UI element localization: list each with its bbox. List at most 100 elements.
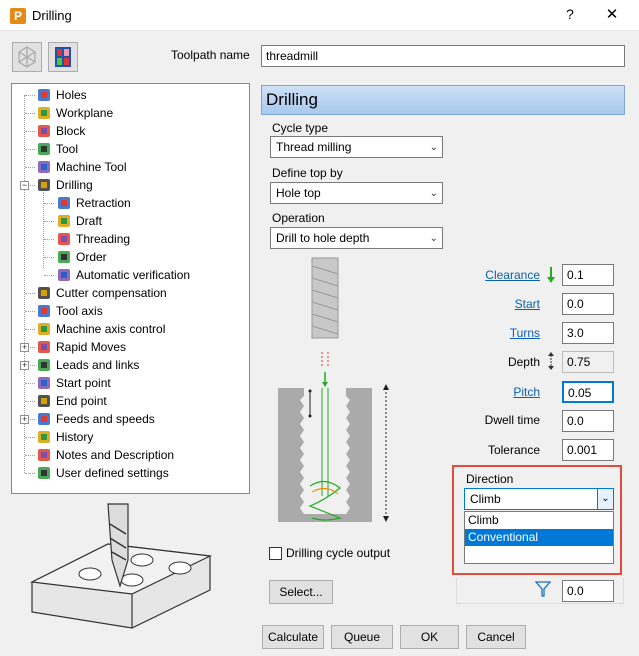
tool-axis-icon bbox=[36, 303, 52, 319]
turns-input[interactable]: 3.0 bbox=[562, 322, 614, 344]
tree-expander[interactable]: − bbox=[20, 181, 29, 190]
holes-icon bbox=[36, 87, 52, 103]
retraction-icon bbox=[56, 195, 72, 211]
cutter-compensation-icon bbox=[36, 285, 52, 301]
user-settings-icon bbox=[36, 465, 52, 481]
tree-expander[interactable]: + bbox=[20, 361, 29, 370]
toolpath-name-input[interactable]: threadmill bbox=[261, 45, 625, 67]
start-input[interactable]: 0.0 bbox=[562, 293, 614, 315]
direction-value: Climb bbox=[470, 492, 501, 506]
settings-map-icon[interactable] bbox=[48, 42, 78, 72]
verification-icon bbox=[56, 267, 72, 283]
reset-icon[interactable] bbox=[12, 42, 42, 72]
tree-item-label: Tool axis bbox=[56, 304, 103, 318]
tree-expander[interactable]: + bbox=[20, 415, 29, 424]
tree-item-label: Leads and links bbox=[56, 358, 140, 372]
tolerance-label: Tolerance bbox=[487, 443, 540, 457]
direction-option-climb[interactable]: Climb bbox=[465, 512, 613, 529]
history-icon bbox=[36, 429, 52, 445]
tree-item-label: Start point bbox=[56, 376, 111, 390]
tree-item-label: Cutter compensation bbox=[56, 286, 167, 300]
tree-item-label: Machine axis control bbox=[56, 322, 166, 336]
operation-label: Operation bbox=[272, 211, 325, 225]
feeds-speeds-icon bbox=[36, 411, 52, 427]
tree-item-label: Rapid Moves bbox=[56, 340, 127, 354]
draft-icon bbox=[56, 213, 72, 229]
cancel-button[interactable]: Cancel bbox=[466, 625, 526, 649]
chevron-down-icon: ⌄ bbox=[429, 233, 438, 244]
clearance-input[interactable]: 0.1 bbox=[562, 264, 614, 286]
define-top-value: Hole top bbox=[276, 186, 321, 200]
notes-icon bbox=[36, 447, 52, 463]
define-top-select[interactable]: Hole top ⌄ bbox=[270, 182, 443, 204]
ok-button[interactable]: OK bbox=[400, 625, 459, 649]
drilling-cycle-output-label: Drilling cycle output bbox=[286, 546, 391, 560]
end-point-icon bbox=[36, 393, 52, 409]
chevron-down-icon: ⌄ bbox=[429, 188, 438, 199]
turns-link[interactable]: Turns bbox=[470, 326, 540, 340]
define-top-label: Define top by bbox=[272, 166, 343, 180]
rapid-moves-icon bbox=[36, 339, 52, 355]
tree-item-label: Tool bbox=[56, 142, 79, 156]
tree-item-label: Block bbox=[56, 124, 86, 138]
cycle-type-value: Thread milling bbox=[276, 140, 352, 154]
dwell-time-input[interactable]: 0.0 bbox=[562, 410, 614, 432]
app-logo-icon: P bbox=[10, 8, 26, 24]
tree-item-label: User defined settings bbox=[56, 466, 169, 480]
threadmill-diagram bbox=[270, 256, 404, 536]
close-button[interactable]: ✕ bbox=[600, 5, 624, 23]
pitch-input[interactable]: 0.05 bbox=[562, 381, 614, 403]
clearance-link[interactable]: Clearance bbox=[470, 268, 540, 282]
order-icon bbox=[56, 249, 72, 265]
direction-dropdown: Climb Conventional bbox=[464, 511, 614, 564]
tree-item-label: Drilling bbox=[56, 178, 93, 192]
tree-item-label: Automatic verification bbox=[76, 268, 191, 282]
tree-expander[interactable]: + bbox=[20, 343, 29, 352]
toolpath-name-label: Toolpath name bbox=[171, 48, 250, 62]
depth-label: Depth bbox=[507, 355, 540, 369]
operation-select[interactable]: Drill to hole depth ⌄ bbox=[270, 227, 443, 249]
tolerance-input[interactable]: 0.001 bbox=[562, 439, 614, 461]
start-link[interactable]: Start bbox=[470, 297, 540, 311]
leads-links-icon bbox=[36, 357, 52, 373]
help-button[interactable]: ? bbox=[560, 6, 580, 22]
tree-item-label: Threading bbox=[76, 232, 131, 246]
direction-select[interactable]: Climb ⌄ bbox=[464, 488, 614, 510]
queue-button[interactable]: Queue bbox=[331, 625, 393, 649]
filter-input[interactable]: 0.0 bbox=[562, 580, 614, 602]
tree-item-label: History bbox=[56, 430, 94, 444]
cycle-type-label: Cycle type bbox=[272, 121, 329, 135]
tree-item-label: Machine Tool bbox=[56, 160, 127, 174]
settings-tree: Holes Workplane Block Tool Machine Tool − Dril… bbox=[11, 83, 250, 494]
tree-item-label: Feeds and speeds bbox=[56, 412, 155, 426]
tree-item-label: Order bbox=[76, 250, 107, 264]
tree-item-label: Retraction bbox=[76, 196, 131, 210]
dwell-time-label: Dwell time bbox=[484, 413, 540, 427]
operation-value: Drill to hole depth bbox=[276, 231, 370, 245]
depth-value: 0.75 bbox=[562, 351, 614, 373]
chevron-down-icon[interactable]: ⌄ bbox=[597, 489, 613, 509]
panel-title: Drilling bbox=[261, 85, 625, 115]
tool-icon bbox=[36, 141, 52, 157]
pitch-link[interactable]: Pitch bbox=[470, 385, 540, 399]
tree-item-label: Holes bbox=[56, 88, 87, 102]
drilling-cycle-output-checkbox[interactable] bbox=[269, 547, 282, 560]
drill-block-illustration bbox=[20, 500, 230, 630]
depth-arrows-icon bbox=[547, 352, 555, 370]
calculate-button[interactable]: Calculate bbox=[262, 625, 324, 649]
threading-icon bbox=[56, 231, 72, 247]
filter-icon[interactable] bbox=[534, 580, 552, 598]
clearance-arrow-icon bbox=[546, 267, 556, 283]
title-bar: P Drilling ? ✕ bbox=[0, 0, 639, 31]
machine-tool-icon bbox=[36, 159, 52, 175]
block-icon bbox=[36, 123, 52, 139]
cycle-type-select[interactable]: Thread milling ⌄ bbox=[270, 136, 443, 158]
workplane-icon bbox=[36, 105, 52, 121]
direction-option-conventional[interactable]: Conventional bbox=[465, 529, 613, 546]
tree-item-label: Notes and Description bbox=[56, 448, 175, 462]
tree-item-label: Workplane bbox=[56, 106, 114, 120]
direction-label: Direction bbox=[466, 472, 514, 486]
window-title: Drilling bbox=[32, 8, 72, 23]
tree-item-label: End point bbox=[56, 394, 107, 408]
select-button[interactable]: Select... bbox=[269, 580, 333, 604]
